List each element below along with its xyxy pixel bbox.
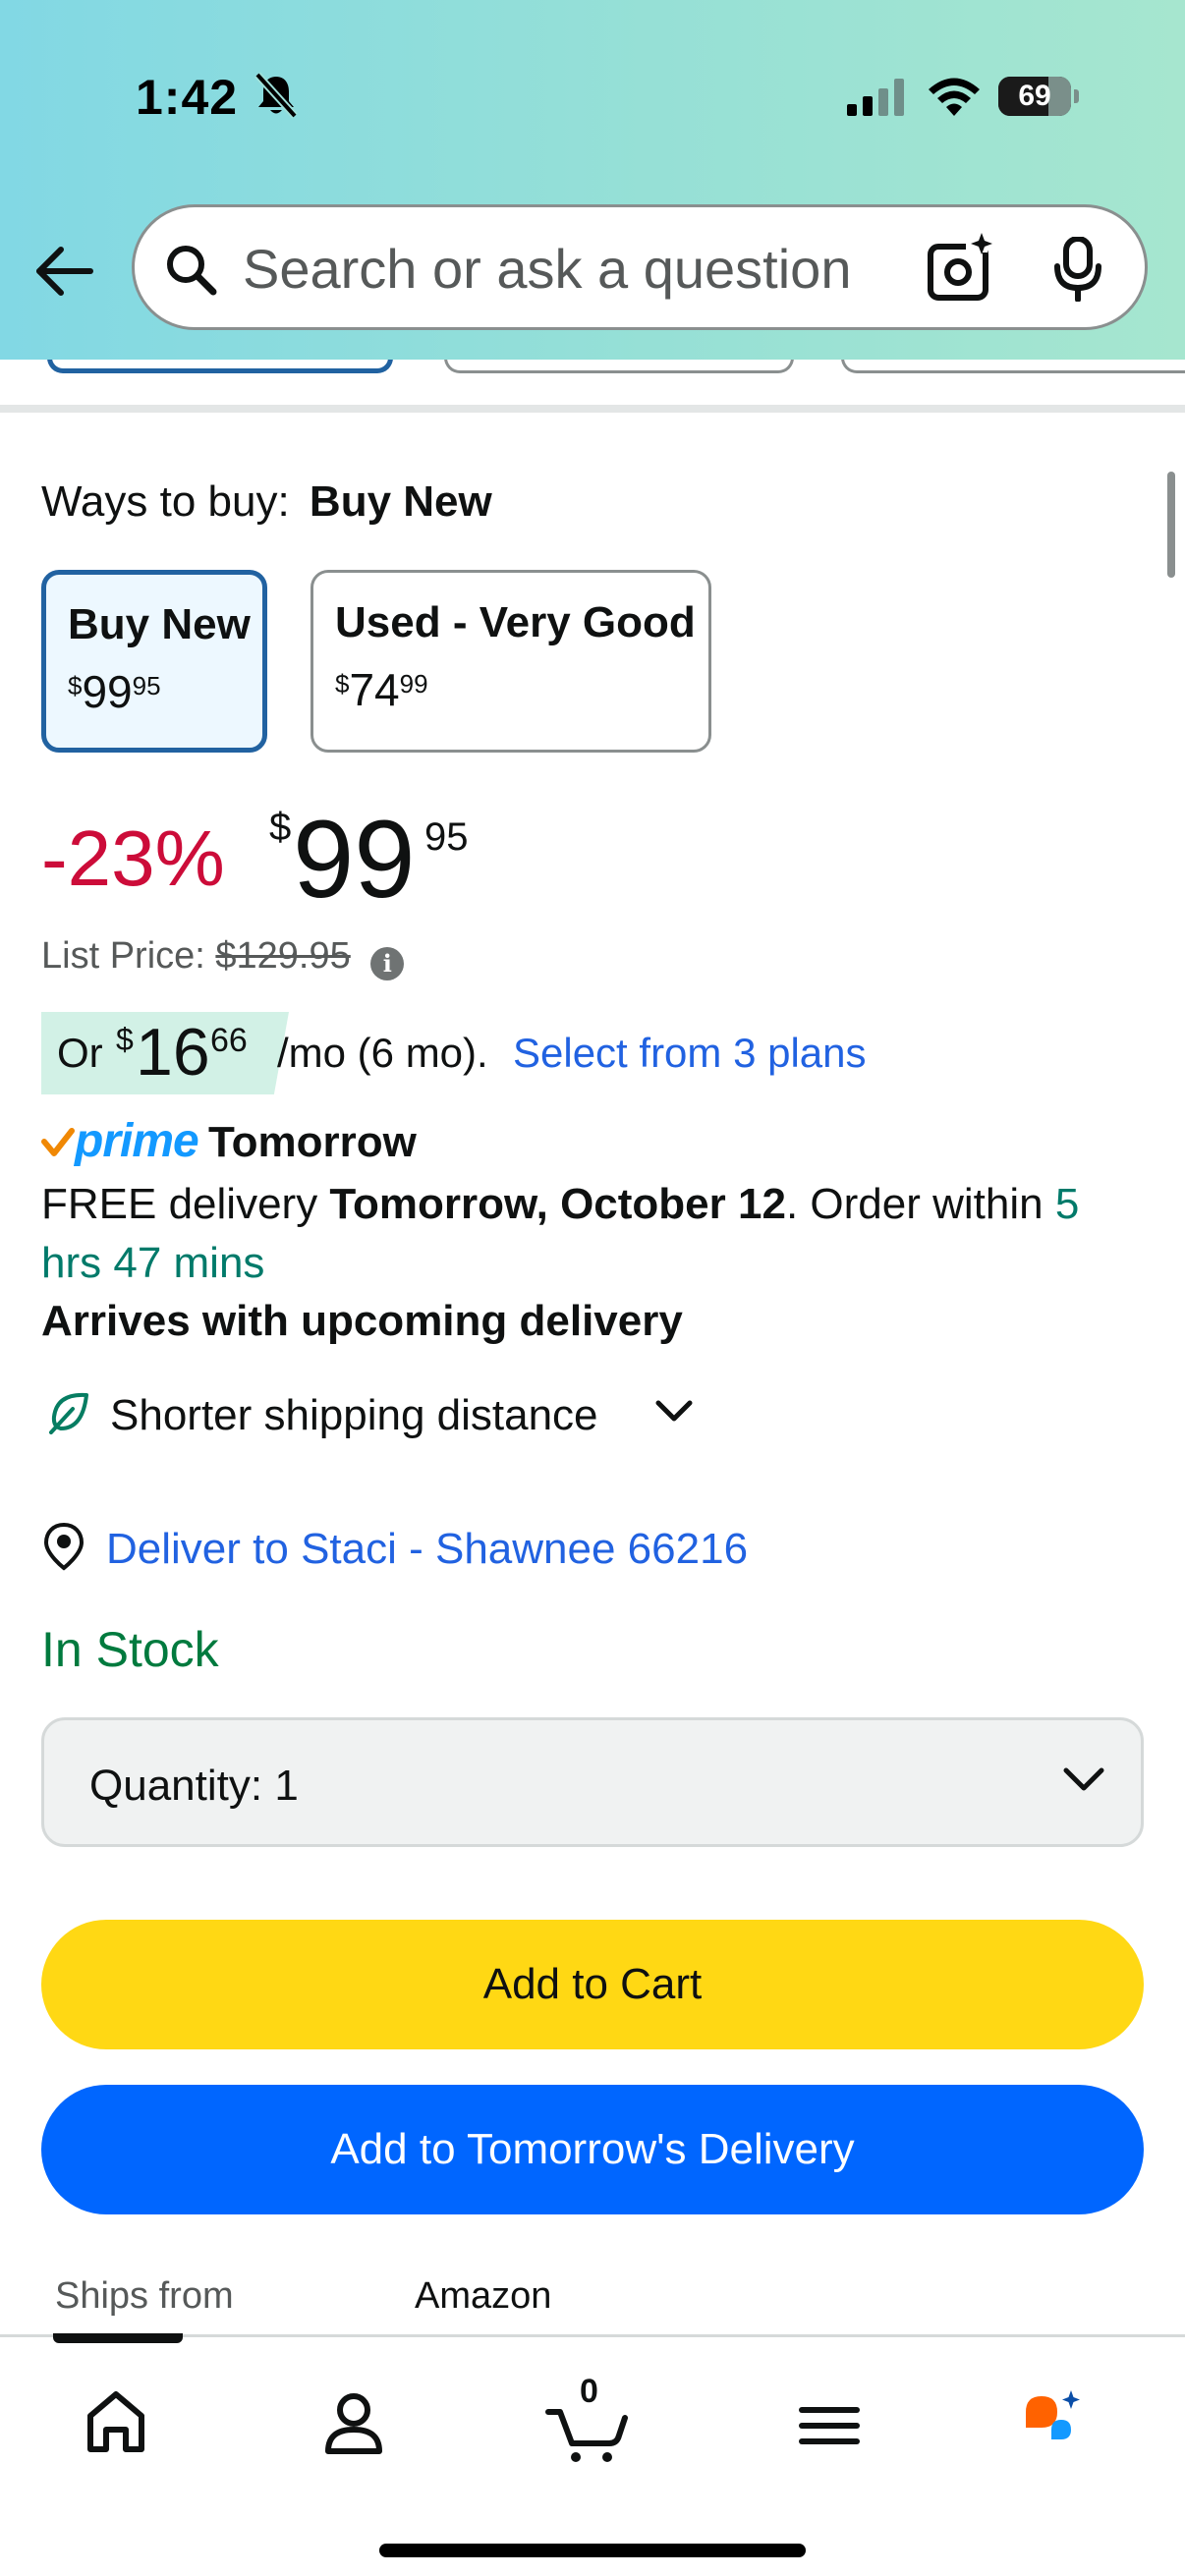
free-delivery-info: FREE delivery Tomorrow, October 12. Orde…: [41, 1180, 1080, 1287]
active-tab-indicator: [53, 2333, 183, 2343]
list-price: List Price: $129.95 i: [41, 935, 405, 980]
monthly-fraction: 66: [210, 1022, 248, 1059]
add-to-cart-button[interactable]: Add to Cart: [41, 1920, 1144, 2049]
prime-logo: prime: [75, 1115, 199, 1167]
monthly-symbol: $: [116, 1022, 134, 1057]
buy-new-option[interactable]: Buy New $9995: [41, 570, 267, 753]
quantity-label: Quantity: 1: [89, 1762, 299, 1810]
list-price-value: $129.95: [215, 935, 351, 977]
status-time: 1:42: [136, 70, 239, 125]
location-pin-icon: [43, 1522, 85, 1571]
ways-to-buy-label: Ways to buy:: [41, 477, 290, 526]
ships-from-value: Amazon: [415, 2275, 552, 2317]
bottom-nav: 0: [0, 2333, 1185, 2576]
cart-count-badge: 0: [580, 2373, 598, 2410]
monthly-term: /mo (6 mo).: [277, 1030, 488, 1076]
option-title: Buy New: [68, 600, 251, 648]
quantity-value: 1: [274, 1762, 299, 1810]
discount-percent: -23%: [41, 814, 225, 902]
hamburger-menu-icon: [799, 2407, 860, 2444]
ways-to-buy-selected: Buy New: [309, 477, 492, 526]
monthly-prefix: Or: [57, 1030, 103, 1076]
stock-status: In Stock: [41, 1622, 219, 1677]
info-icon[interactable]: i: [370, 947, 405, 980]
microphone-icon[interactable]: [1052, 237, 1103, 302]
quantity-selector[interactable]: Quantity: 1: [41, 1717, 1144, 1847]
bell-slash-icon: [254, 72, 298, 119]
section-divider: [0, 405, 1185, 413]
camera-lens-icon[interactable]: [927, 231, 1001, 304]
nav-cart[interactable]: 0: [531, 2373, 649, 2471]
cellular-signal-icon: [847, 79, 904, 116]
option-price: $7499: [335, 664, 428, 715]
battery-icon: 69: [998, 77, 1079, 116]
option-title: Used - Very Good: [335, 598, 696, 646]
price-whole: 99: [293, 798, 416, 921]
home-icon: [87, 2391, 144, 2452]
nav-menu[interactable]: [770, 2373, 888, 2471]
wifi-icon: [929, 78, 980, 116]
chevron-down-icon: [655, 1400, 693, 1422]
ships-from-label: Ships from: [55, 2275, 234, 2317]
rufus-assistant-icon: [1026, 2390, 1080, 2439]
monthly-whole: 16: [136, 1015, 210, 1090]
shorter-shipping-label: Shorter shipping distance: [110, 1391, 598, 1439]
nav-home[interactable]: [57, 2373, 175, 2471]
variant-pill[interactable]: [47, 360, 393, 373]
used-very-good-option[interactable]: Used - Very Good $7499: [310, 570, 711, 753]
list-price-label: List Price:: [41, 935, 205, 977]
chevron-down-icon: [1063, 1767, 1104, 1791]
search-bar[interactable]: [132, 204, 1148, 330]
nav-rufus[interactable]: [1000, 2373, 1118, 2471]
prime-check-icon: [41, 1128, 75, 1156]
price-symbol: $: [269, 806, 292, 849]
variant-pills-peek: [0, 360, 1185, 379]
prime-delivery-day: Tomorrow: [208, 1118, 417, 1166]
scrollbar[interactable]: [1167, 472, 1175, 578]
option-price: $9995: [68, 666, 161, 717]
leaf-icon: [49, 1392, 88, 1434]
status-bar: 1:42 69: [0, 0, 1185, 187]
price-fraction: 95: [424, 815, 469, 859]
search-icon: [167, 246, 217, 296]
nav-account[interactable]: [295, 2373, 413, 2471]
select-plans-link[interactable]: Select from 3 plans: [513, 1030, 867, 1077]
variant-pill[interactable]: [841, 360, 1185, 373]
ways-to-buy: Ways to buy: Buy New: [41, 477, 492, 527]
variant-pill[interactable]: [444, 360, 794, 373]
battery-level: 69: [1018, 80, 1051, 112]
deliver-to-link[interactable]: Deliver to Staci - Shawnee 66216: [106, 1525, 748, 1574]
arrives-note: Arrives with upcoming delivery: [41, 1297, 683, 1345]
back-arrow-icon[interactable]: [33, 242, 94, 301]
delivery-date: Tomorrow, October 12: [329, 1180, 786, 1228]
home-indicator[interactable]: [379, 2544, 806, 2557]
account-icon: [325, 2393, 382, 2454]
add-to-tomorrow-delivery-button[interactable]: Add to Tomorrow's Delivery: [41, 2085, 1144, 2214]
header: 1:42 69: [0, 0, 1185, 360]
